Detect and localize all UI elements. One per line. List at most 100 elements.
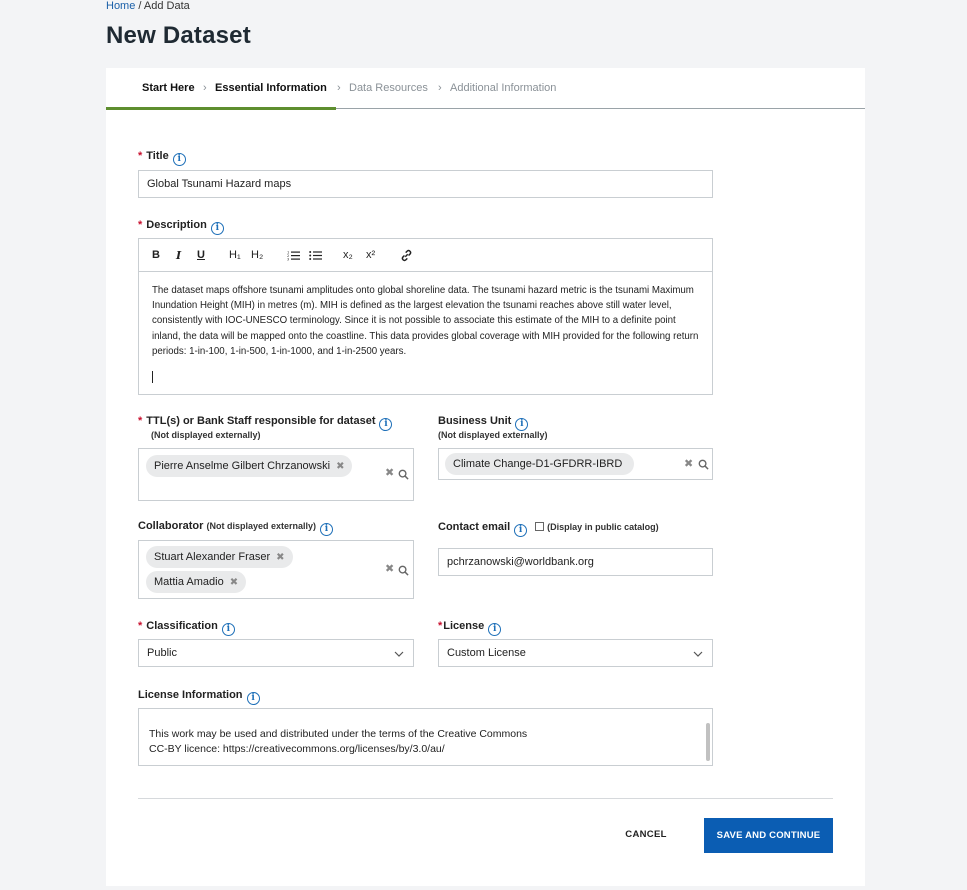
description-label-text: Description bbox=[146, 219, 207, 231]
step-chevron-icon: › bbox=[337, 82, 341, 94]
contact-email-input[interactable]: pchrzanowski@worldbank.org bbox=[438, 548, 713, 576]
license-information-textarea[interactable]: This work may be used and distributed un… bbox=[138, 708, 713, 766]
dataset-form-card: Start Here › Essential Information › Dat… bbox=[106, 68, 865, 886]
business-unit-label: Business Unit i bbox=[438, 415, 529, 431]
description-editor[interactable]: B I U H₁ H₂ 1 2 3 x₂ x² The dataset maps… bbox=[138, 238, 713, 395]
chip-label: Pierre Anselme Gilbert Chrzanowski bbox=[154, 460, 331, 472]
license-information-label: License Information i bbox=[138, 689, 260, 705]
step-data-resources: Data Resources bbox=[349, 82, 428, 94]
license-label: *License i bbox=[438, 620, 502, 636]
step-chevron-icon: › bbox=[438, 82, 442, 94]
ttl-label-text: TTL(s) or Bank Staff responsible for dat… bbox=[146, 415, 376, 427]
textarea-scrollbar[interactable] bbox=[706, 723, 710, 761]
required-marker: * bbox=[138, 620, 143, 632]
collaborator-sublabel: (Not displayed externally) bbox=[206, 521, 316, 531]
clear-icon[interactable]: ✖ bbox=[385, 562, 394, 575]
text-caret bbox=[152, 371, 153, 383]
classification-value: Public bbox=[147, 647, 177, 659]
classification-label-text: Classification bbox=[146, 620, 218, 632]
collaborator-label-text: Collaborator bbox=[138, 520, 204, 532]
classification-label: * Classification i bbox=[138, 620, 235, 636]
ttl-label: * TTL(s) or Bank Staff responsible for da… bbox=[138, 415, 393, 431]
save-and-continue-button[interactable]: SAVE AND CONTINUE bbox=[704, 818, 833, 853]
step-start-here[interactable]: Start Here bbox=[142, 82, 195, 94]
ttl-chip: Pierre Anselme Gilbert Chrzanowski ✖ bbox=[146, 455, 353, 477]
heading-2-button[interactable]: H₂ bbox=[251, 249, 263, 261]
step-active-indicator bbox=[106, 107, 336, 110]
bold-button[interactable]: B bbox=[152, 249, 160, 261]
breadcrumb: Home / Add Data bbox=[106, 0, 190, 12]
required-marker: * bbox=[138, 415, 143, 427]
info-icon[interactable]: i bbox=[379, 418, 393, 431]
info-icon[interactable]: i bbox=[320, 523, 333, 536]
required-marker: * bbox=[138, 150, 143, 162]
search-icon bbox=[398, 565, 409, 576]
business-unit-sublabel: (Not displayed externally) bbox=[438, 430, 548, 440]
license-information-line: CC-BY licence: https://creativecommons.o… bbox=[149, 743, 445, 755]
chevron-down-icon bbox=[394, 651, 404, 657]
step-progress-bar: Start Here › Essential Information › Dat… bbox=[106, 68, 865, 110]
chip-remove-icon[interactable]: ✖ bbox=[276, 552, 284, 563]
cancel-button[interactable]: CANCEL bbox=[606, 823, 686, 845]
title-input[interactable]: Global Tsunami Hazard maps bbox=[138, 170, 713, 198]
contact-email-label-text: Contact email bbox=[438, 521, 511, 533]
step-essential-information[interactable]: Essential Information bbox=[215, 82, 327, 94]
ordered-list-icon[interactable]: 1 2 3 bbox=[287, 250, 300, 261]
title-label-text: Title bbox=[146, 150, 169, 162]
italic-button[interactable]: I bbox=[176, 249, 181, 262]
step-chevron-icon: › bbox=[203, 82, 207, 94]
ttl-sublabel: (Not displayed externally) bbox=[151, 430, 261, 440]
classification-select[interactable]: Public bbox=[138, 639, 414, 667]
breadcrumb-current: Add Data bbox=[143, 0, 190, 12]
required-marker: * bbox=[438, 620, 443, 632]
collaborator-label: Collaborator (Not displayed externally) i bbox=[138, 520, 333, 536]
collaborator-chip: Stuart Alexander Fraser ✖ bbox=[146, 546, 293, 568]
superscript-button[interactable]: x² bbox=[366, 249, 375, 261]
business-unit-chip: Climate Change-D1-GFDRR-IBRD bbox=[445, 453, 635, 475]
svg-text:3: 3 bbox=[287, 258, 289, 262]
license-information-label-text: License Information bbox=[138, 689, 243, 701]
chip-label: Mattia Amadio bbox=[154, 576, 224, 588]
breadcrumb-separator: / bbox=[138, 0, 142, 12]
display-public-checkbox-label: (Display in public catalog) bbox=[547, 522, 659, 532]
clear-icon[interactable]: ✖ bbox=[385, 466, 394, 479]
clear-icon[interactable]: ✖ bbox=[684, 457, 693, 470]
form-divider bbox=[138, 798, 833, 799]
chip-remove-icon[interactable]: ✖ bbox=[336, 461, 344, 472]
description-label: * Description i bbox=[138, 219, 224, 235]
info-icon[interactable]: i bbox=[246, 692, 260, 705]
ttl-multiselect[interactable]: Pierre Anselme Gilbert Chrzanowski ✖ ✖ bbox=[138, 448, 414, 501]
chip-remove-icon[interactable]: ✖ bbox=[230, 577, 238, 588]
required-marker: * bbox=[138, 219, 143, 231]
chevron-down-icon bbox=[693, 651, 703, 657]
editor-toolbar: B I U H₁ H₂ 1 2 3 x₂ x² bbox=[139, 239, 712, 272]
step-additional-information: Additional Information bbox=[450, 82, 557, 94]
chip-label: Climate Change-D1-GFDRR-IBRD bbox=[453, 458, 623, 470]
info-icon[interactable]: i bbox=[210, 222, 224, 235]
bullet-list-icon[interactable] bbox=[309, 250, 322, 261]
info-icon[interactable]: i bbox=[221, 623, 235, 636]
collaborator-multiselect[interactable]: Stuart Alexander Fraser ✖ Mattia Amadio ✖ … bbox=[138, 540, 414, 599]
breadcrumb-home-link[interactable]: Home bbox=[106, 0, 135, 12]
page-title: New Dataset bbox=[106, 22, 251, 49]
business-unit-label-text: Business Unit bbox=[438, 415, 512, 427]
title-label: * Title i bbox=[138, 150, 186, 166]
license-value: Custom License bbox=[447, 647, 526, 659]
business-unit-multiselect[interactable]: Climate Change-D1-GFDRR-IBRD ✖ bbox=[438, 448, 713, 480]
search-icon bbox=[698, 459, 709, 470]
link-icon[interactable] bbox=[400, 249, 413, 262]
heading-1-button[interactable]: H₁ bbox=[229, 249, 241, 261]
info-icon[interactable]: i bbox=[488, 623, 502, 636]
license-label-text: License bbox=[443, 620, 485, 632]
chip-label: Stuart Alexander Fraser bbox=[154, 551, 271, 563]
display-public-checkbox[interactable] bbox=[535, 522, 545, 531]
info-icon[interactable]: i bbox=[514, 524, 528, 537]
search-icon bbox=[398, 469, 409, 480]
description-text: The dataset maps offshore tsunami amplit… bbox=[152, 285, 699, 357]
license-select[interactable]: Custom License bbox=[438, 639, 713, 667]
underline-button[interactable]: U bbox=[197, 249, 205, 261]
collaborator-chip: Mattia Amadio ✖ bbox=[146, 571, 247, 593]
subscript-button[interactable]: x₂ bbox=[343, 249, 353, 261]
contact-email-label: Contact email i (Display in public catalog… bbox=[438, 521, 659, 537]
info-icon[interactable]: i bbox=[172, 153, 186, 166]
